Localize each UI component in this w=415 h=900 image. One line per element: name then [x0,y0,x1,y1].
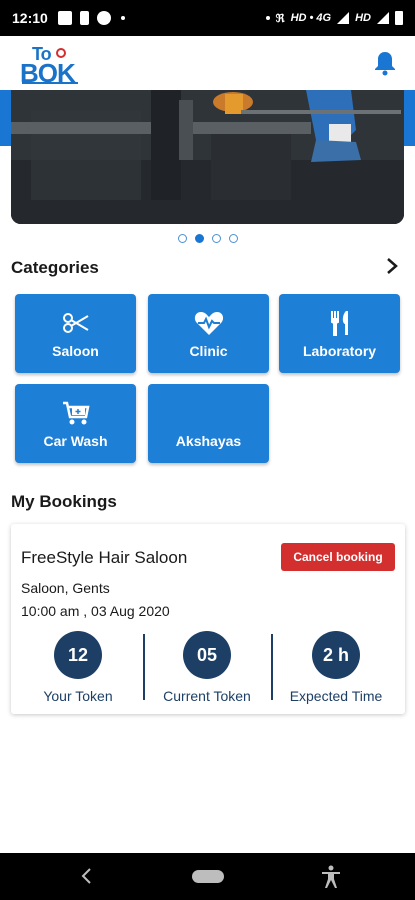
battery-icon [395,11,403,25]
logo-check-icon [56,48,66,58]
image-icon [57,11,72,25]
stat-current-token: 05 Current Token [143,631,271,704]
network-text-2: HD [355,12,371,24]
carousel-dot[interactable] [228,234,238,243]
booking-card[interactable]: FreeStyle Hair Saloon Cancel booking Sal… [11,524,405,714]
carousel-indicator [0,234,415,243]
banner-carousel[interactable] [11,90,404,224]
current-token-value: 05 [183,631,231,679]
notification-dot-icon [265,16,270,20]
category-label: Saloon [52,342,99,359]
your-token-value: 12 [54,631,102,679]
salon-type: Saloon, Gents [21,580,110,596]
category-clinic[interactable]: Clinic [148,294,269,373]
category-saloon[interactable]: Saloon [15,294,136,373]
current-token-label: Current Token [163,688,251,704]
wifi-calling-icon: ℜ [275,12,285,25]
categories-title: Categories [11,258,99,277]
booking-datetime: 10:00 am , 03 Aug 2020 [21,603,170,619]
heart-pulse-icon [194,311,223,335]
salon-name: FreeStyle Hair Saloon [21,548,188,567]
stat-your-token: 12 Your Token [14,631,142,704]
expected-time-label: Expected Time [289,688,383,704]
battery-saver-icon [79,11,89,25]
carousel-dot-active[interactable] [194,234,204,243]
chevron-right-icon[interactable] [385,257,399,275]
blank-icon [193,399,225,427]
expected-time-value: 2 h [312,631,360,679]
category-label: Laboratory [302,342,377,359]
cart-icon [62,401,90,424]
signal-icon [337,12,350,24]
category-label: Clinic [189,342,228,359]
scissors-icon [62,312,89,333]
signal-icon [377,12,389,24]
cancel-booking-button[interactable]: Cancel booking [281,543,395,571]
network-text: HD • 4G [290,12,332,24]
back-icon[interactable] [80,867,92,885]
category-label: Akshayas [175,432,242,449]
notification-dot-icon [120,16,125,20]
logo-underline [22,82,78,84]
status-time: 12:10 [12,10,48,26]
no-disturb-icon [96,11,111,25]
app-logo: To BOK [20,44,82,88]
carousel-dot[interactable] [177,234,187,243]
logo-text-bottom: BOK [20,58,76,88]
category-akshayas[interactable]: Akshayas [148,384,269,463]
category-label: Car Wash [43,432,108,449]
stat-expected-time: 2 h Expected Time [272,631,400,704]
status-right: ℜ HD • 4G HD [264,11,403,25]
your-token-label: Your Token [43,688,113,704]
category-laboratory[interactable]: Laboratory [279,294,400,373]
fork-knife-icon [330,310,348,336]
app-bar: To BOK [0,36,415,90]
category-car-wash[interactable]: Car Wash [15,384,136,463]
bell-icon[interactable] [373,50,397,76]
carousel-dot[interactable] [211,234,221,243]
gym-banner-image [11,90,404,224]
accessibility-icon[interactable] [320,865,342,889]
status-bar: 12:10 ℜ HD • 4G HD [0,0,415,36]
system-nav-bar [0,853,415,900]
bookings-title: My Bookings [11,492,117,511]
home-pill-button[interactable] [192,870,224,883]
